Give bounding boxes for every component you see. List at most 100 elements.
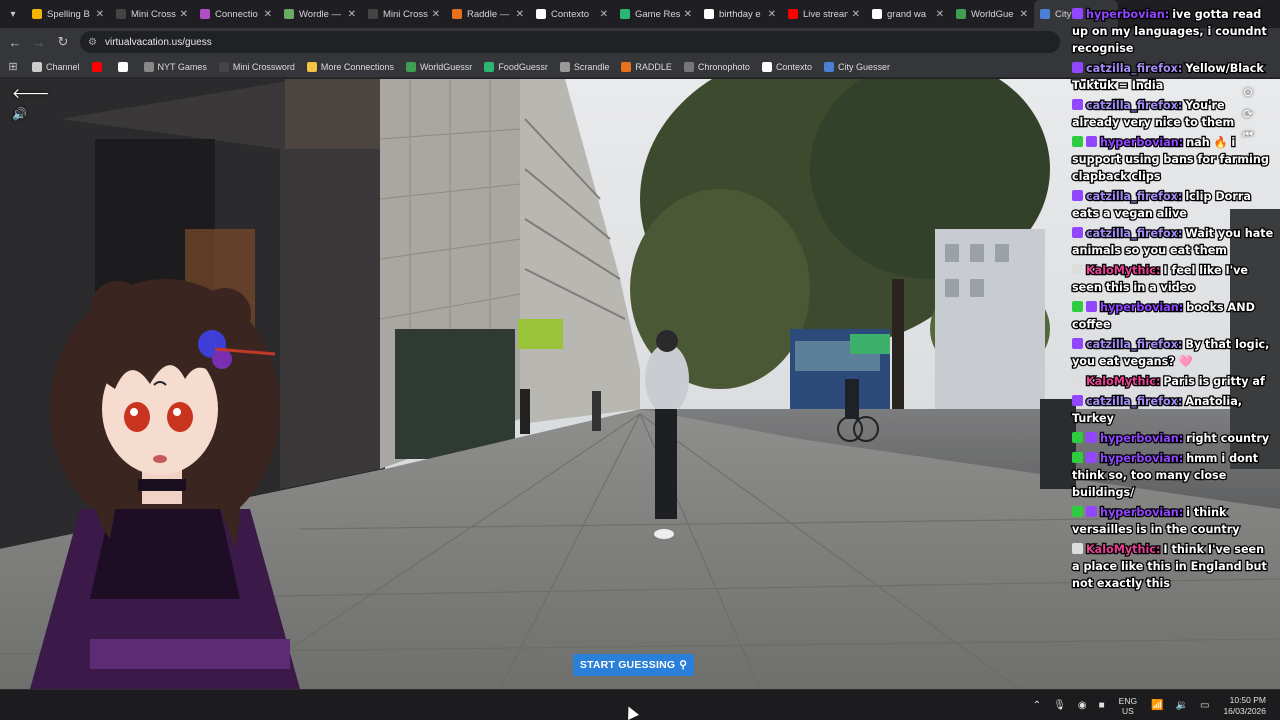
- bookmark-item[interactable]: Mini Crossword: [213, 61, 301, 72]
- back-arrow-icon[interactable]: ←: [3, 28, 27, 56]
- browser-tab[interactable]: Spelling B ✕: [26, 0, 110, 28]
- tab-close-icon[interactable]: ✕: [600, 9, 608, 20]
- tab-favicon-icon: [368, 9, 378, 19]
- bookmark-item[interactable]: WorldGuessr: [400, 61, 478, 72]
- wifi-icon[interactable]: 📶: [1151, 700, 1163, 711]
- url-text: virtualvacation.us/guess: [104, 36, 212, 48]
- language-indicator[interactable]: ENG US: [1119, 696, 1137, 716]
- start-guessing-label: START GUESSING: [579, 659, 676, 671]
- bookmark-item[interactable]: FoodGuessr: [478, 61, 554, 72]
- x-icon: [117, 61, 128, 72]
- tab-search-chevron-icon[interactable]: ▾: [0, 0, 26, 28]
- chat-username: hyperbovian:: [1085, 7, 1171, 23]
- bookmark-item[interactable]: Scrandle: [554, 61, 616, 72]
- chat-badge-icon: [1072, 543, 1083, 554]
- crossword-icon: [218, 61, 229, 72]
- browser-tab[interactable]: Live strean ✕: [782, 0, 866, 28]
- chat-badge-icon: [1072, 62, 1083, 73]
- system-tray: ⌃ 🎙 ◉ ■ ENG US 📶 🔉 ▭ 10:50 PM 16/03/2026: [1027, 690, 1266, 720]
- browser-tab[interactable]: Raddle — ✕: [446, 0, 530, 28]
- bookmark-label: RADDLE: [635, 61, 672, 72]
- tab-close-icon[interactable]: ✕: [1020, 9, 1028, 20]
- chat-message: catzilla_firefox: Wait you hate animals s…: [1062, 225, 1274, 259]
- tab-title: Game Res: [635, 8, 680, 20]
- bookmark-item[interactable]: NYT Games: [138, 61, 213, 72]
- bookmark-label: Chronophoto: [697, 61, 750, 72]
- tab-title: Raddle —: [467, 8, 510, 20]
- chat-badge-icon: [1086, 506, 1097, 517]
- browser-tab[interactable]: Game Res ✕: [614, 0, 698, 28]
- chat-username: catzilla_firefox:: [1085, 189, 1184, 205]
- bookmark-label: NYT Games: [157, 61, 207, 72]
- language-code: ENG: [1118, 695, 1138, 706]
- chat-badge-icon: [1072, 375, 1083, 386]
- chat-badge-icon: [1086, 432, 1097, 443]
- bookmark-item[interactable]: More Connections: [301, 61, 400, 72]
- keyboard-region: US: [1121, 705, 1134, 716]
- taskbar: ⌃ 🎙 ◉ ■ ENG US 📶 🔉 ▭ 10:50 PM 16/03/2026: [0, 689, 1280, 720]
- bookmark-item[interactable]: RADDLE: [615, 61, 678, 72]
- bookmark-label: FoodGuessr: [498, 61, 548, 72]
- bookmark-item[interactable]: Chronophoto: [678, 61, 756, 72]
- tab-close-icon[interactable]: ✕: [264, 9, 272, 20]
- tab-favicon-icon: [200, 9, 210, 19]
- address-input[interactable]: ⚙ virtualvacation.us/guess: [80, 31, 1060, 53]
- start-guessing-button[interactable]: START GUESSING ⚲: [573, 654, 694, 676]
- globe-icon: [405, 61, 416, 72]
- tab-title: Spelling B: [47, 8, 90, 20]
- app-tray-icon[interactable]: ◉: [1078, 700, 1087, 711]
- bookmark-item[interactable]: City Guesser: [818, 61, 896, 72]
- browser-tab[interactable]: Wordle — ✕: [278, 0, 362, 28]
- chat-badge-icon: [1072, 227, 1083, 238]
- chat-message: catzilla_firefox: You're already very nic…: [1062, 97, 1274, 131]
- nyt-icon: [143, 61, 154, 72]
- clock-date: 16/03/2026: [1223, 705, 1266, 716]
- nvidia-icon[interactable]: ■: [1099, 700, 1105, 711]
- battery-icon[interactable]: ▭: [1200, 700, 1209, 711]
- tab-favicon-icon: [788, 9, 798, 19]
- scrandle-icon: [559, 61, 570, 72]
- forward-arrow-icon[interactable]: →: [27, 28, 51, 56]
- chat-username: catzilla_firefox:: [1085, 337, 1184, 353]
- chat-message: catzilla_firefox: Yellow/Black Tuktuk = I…: [1062, 60, 1274, 94]
- food-icon: [484, 61, 495, 72]
- tab-close-icon[interactable]: ✕: [936, 9, 944, 20]
- bookmark-item[interactable]: Contexto: [756, 61, 818, 72]
- tab-favicon-icon: [1040, 9, 1050, 19]
- tab-close-icon[interactable]: ✕: [852, 9, 860, 20]
- tab-close-icon[interactable]: ✕: [768, 9, 776, 20]
- reload-icon[interactable]: ↻: [51, 28, 75, 56]
- bookmark-item[interactable]: [112, 61, 138, 72]
- chat-username: catzilla_firefox:: [1085, 98, 1184, 114]
- browser-tab[interactable]: Connectio ✕: [194, 0, 278, 28]
- speaker-icon[interactable]: 🔉: [1176, 700, 1188, 711]
- tab-close-icon[interactable]: ✕: [684, 9, 692, 20]
- tab-close-icon[interactable]: ✕: [180, 9, 188, 20]
- chat-username: hyperbovian:: [1099, 505, 1185, 521]
- browser-tab[interactable]: birthday e ✕: [698, 0, 782, 28]
- tab-close-icon[interactable]: ✕: [516, 9, 524, 20]
- chat-badge-icon: [1086, 452, 1097, 463]
- tab-close-icon[interactable]: ✕: [348, 9, 356, 20]
- tab-favicon-icon: [284, 9, 294, 19]
- browser-tab[interactable]: Mini Cross ✕: [110, 0, 194, 28]
- bookmark-item[interactable]: [86, 61, 112, 72]
- chat-message: catzilla_firefox: Anatolia, Turkey: [1062, 393, 1274, 427]
- clock[interactable]: 10:50 PM 16/03/2026: [1223, 695, 1266, 717]
- site-settings-icon[interactable]: ⚙: [88, 37, 97, 48]
- browser-tab[interactable]: Mini Cross ✕: [362, 0, 446, 28]
- tab-favicon-icon: [536, 9, 546, 19]
- chevron-up-icon[interactable]: ⌃: [1033, 700, 1041, 711]
- browser-tab[interactable]: grand wa ✕: [866, 0, 950, 28]
- bookmark-label: Mini Crossword: [232, 61, 295, 72]
- chat-username: catzilla_firefox:: [1085, 226, 1184, 242]
- tab-close-icon[interactable]: ✕: [96, 9, 104, 20]
- browser-tab[interactable]: WorldGue ✕: [950, 0, 1034, 28]
- chat-badge-icon: [1072, 506, 1083, 517]
- apps-grid-icon[interactable]: ⊞: [0, 60, 26, 73]
- tab-close-icon[interactable]: ✕: [432, 9, 440, 20]
- browser-tab[interactable]: Contexto ✕: [530, 0, 614, 28]
- tab-favicon-icon: [32, 9, 42, 19]
- microphone-icon[interactable]: 🎙: [1053, 700, 1066, 711]
- bookmark-item[interactable]: Channel: [26, 61, 86, 72]
